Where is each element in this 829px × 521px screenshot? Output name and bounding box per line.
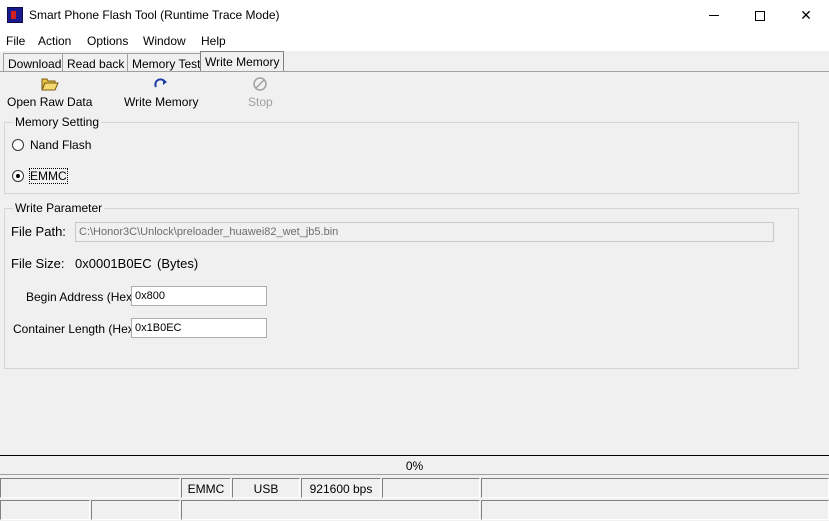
status-cell-empty-3 (481, 478, 829, 498)
tab-divider (0, 71, 829, 72)
status-memory: EMMC (181, 478, 231, 498)
nand-flash-label: Nand Flash (30, 138, 92, 152)
open-raw-data-button[interactable]: Open Raw Data (7, 76, 92, 109)
progress-text: 0% (405, 459, 424, 473)
tab-read-back[interactable]: Read back (62, 53, 130, 72)
window-title: Smart Phone Flash Tool (Runtime Trace Mo… (29, 8, 280, 22)
nand-flash-radio[interactable]: Nand Flash (12, 138, 91, 152)
stop-label: Stop (248, 95, 273, 109)
tab-write-memory[interactable]: Write Memory (200, 51, 285, 72)
maximize-button[interactable] (737, 0, 783, 31)
file-path-label: File Path: (11, 224, 66, 239)
emmc-radio[interactable]: EMMC (12, 168, 68, 184)
stop-button[interactable]: Stop (248, 76, 273, 109)
memory-setting-title: Memory Setting (13, 115, 102, 129)
status-cell-empty-6 (181, 500, 480, 520)
close-button[interactable]: ✕ (783, 0, 829, 31)
status-connection: USB (232, 478, 300, 498)
nand-flash-radio-dot (12, 139, 24, 151)
file-size-label: File Size: (11, 256, 65, 271)
menu-bar: File Action Options Window Help (0, 31, 829, 51)
menu-action[interactable]: Action (38, 34, 71, 48)
file-size-value: 0x0001B0EC (75, 256, 152, 271)
write-parameter-title: Write Parameter (13, 201, 105, 215)
status-cell-empty-5 (91, 500, 180, 520)
menu-file[interactable]: File (6, 34, 25, 48)
open-raw-data-label: Open Raw Data (7, 95, 93, 109)
begin-address-label: Begin Address (Hex) : (26, 290, 143, 304)
write-memory-label: Write Memory (124, 95, 199, 109)
write-memory-button[interactable]: Write Memory (124, 76, 198, 109)
file-path-field[interactable]: C:\Honor3C\Unlock\preloader_huawei82_wet… (75, 222, 774, 242)
status-bar-secondary (0, 499, 829, 521)
status-cell-empty-4 (0, 500, 90, 520)
emmc-radio-dot (12, 170, 24, 182)
container-length-input[interactable]: 0x1B0EC (131, 318, 267, 338)
maximize-icon (755, 10, 765, 21)
status-baud: 921600 bps (301, 478, 381, 498)
status-cell-empty-1 (0, 478, 180, 498)
minimize-button[interactable] (691, 0, 737, 31)
stop-icon (253, 77, 268, 91)
memory-setting-group: Memory Setting (4, 115, 799, 194)
menu-window[interactable]: Window (143, 34, 186, 48)
tab-memory-test[interactable]: Memory Test (127, 53, 206, 72)
emmc-label: EMMC (29, 168, 68, 184)
minimize-icon (709, 15, 719, 16)
title-bar: Smart Phone Flash Tool (Runtime Trace Mo… (0, 0, 829, 31)
begin-address-input[interactable]: 0x800 (131, 286, 267, 306)
menu-options[interactable]: Options (87, 34, 128, 48)
close-icon: ✕ (800, 7, 812, 23)
tab-download[interactable]: Download (3, 53, 67, 72)
file-size-unit: (Bytes) (157, 256, 199, 271)
progress-bar: 0% (0, 455, 829, 475)
status-bar: EMMC USB 921600 bps (0, 477, 829, 499)
redo-arrow-icon (154, 78, 168, 88)
menu-help[interactable]: Help (201, 34, 226, 48)
status-cell-empty-7 (481, 500, 829, 520)
status-cell-empty-2 (382, 478, 480, 498)
app-icon (7, 7, 23, 23)
container-length-label: Container Length (Hex) : (13, 322, 145, 336)
folder-open-icon (40, 78, 59, 91)
